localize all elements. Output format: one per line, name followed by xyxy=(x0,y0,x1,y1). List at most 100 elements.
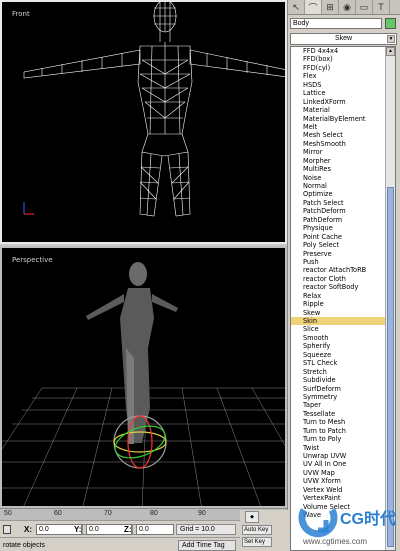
utilities-tab[interactable]: T xyxy=(373,0,390,14)
modifier-list-item[interactable]: Preserve xyxy=(291,250,386,258)
modifier-list-dropdown[interactable]: Skew ▼ xyxy=(290,33,397,45)
timeline-tick-label: 70 xyxy=(104,510,112,517)
display-icon: ▭ xyxy=(359,1,369,12)
modifier-list-item[interactable]: HSDS xyxy=(291,81,386,89)
modifier-list-item[interactable]: Physique xyxy=(291,224,386,232)
perspective-viewport[interactable]: Perspective xyxy=(0,246,287,508)
modifier-list-item[interactable]: reactor Cloth xyxy=(291,275,386,283)
modifier-list-item[interactable]: Stretch xyxy=(291,368,386,376)
y-label: Y: xyxy=(74,525,82,534)
modifier-list-item[interactable]: reactor SoftBody xyxy=(291,283,386,291)
watermark-logo-text: CG时代 xyxy=(340,511,397,528)
modifier-list-item[interactable]: Morpher xyxy=(291,157,386,165)
key-icon[interactable]: ◆ xyxy=(245,511,259,523)
modify-tab[interactable]: ⌒ xyxy=(305,0,322,14)
create-tab[interactable]: ↖ xyxy=(288,0,305,14)
modifier-list-item[interactable]: MultiRes xyxy=(291,165,386,173)
modifier-list-item[interactable]: Ripple xyxy=(291,300,386,308)
status-prompt: rotate objects xyxy=(3,542,46,549)
front-viewport[interactable]: Front xyxy=(0,0,287,244)
chevron-down-icon[interactable]: ▼ xyxy=(387,35,395,43)
modifier-items: FFD 4x4x4 FFD(box) FFD(cyl) Flex HSDS Lattice… xyxy=(291,47,386,520)
scroll-up-icon[interactable]: ▲ xyxy=(386,47,395,56)
grid-size-display: Grid = 10.0 xyxy=(176,524,236,535)
animation-controls: ◆ Auto Key Set Key xyxy=(240,510,288,551)
modifier-list-item[interactable]: Skin xyxy=(291,317,386,326)
object-name-field[interactable]: Body xyxy=(290,17,382,29)
modifier-list[interactable]: FFD 4x4x4 FFD(box) FFD(cyl) Flex HSDS Lattice… xyxy=(290,46,396,551)
modifier-list-item[interactable]: Slice xyxy=(291,325,386,333)
modifier-list-item[interactable]: Turn to Patch xyxy=(291,427,386,435)
timeline-tick-label: 50 xyxy=(4,510,12,517)
modifier-list-item[interactable]: reactor AttachToRB xyxy=(291,266,386,274)
x-label: X: xyxy=(24,525,32,534)
modifier-list-item[interactable]: Noise xyxy=(291,174,386,182)
modifier-list-item[interactable]: LinkedXForm xyxy=(291,98,386,106)
modifier-list-item[interactable]: FFD(cyl) xyxy=(291,64,386,72)
hierarchy-icon: ⊞ xyxy=(326,1,334,12)
lock-icon[interactable] xyxy=(3,525,11,534)
modifier-list-item[interactable]: Vertex Weld xyxy=(291,486,386,494)
set-key-button[interactable]: Set Key xyxy=(242,537,272,547)
modifier-list-item[interactable]: SurfDeform xyxy=(291,385,386,393)
modifier-list-item[interactable]: Taper xyxy=(291,401,386,409)
modifier-list-item[interactable]: PathDeform xyxy=(291,216,386,224)
modifier-list-item[interactable]: UV All In One xyxy=(291,460,386,468)
modifier-list-item[interactable]: Subdivide xyxy=(291,376,386,384)
modifier-list-item[interactable]: VertexPaint xyxy=(291,494,386,502)
modifier-list-item[interactable]: Spherify xyxy=(291,342,386,350)
modifier-list-item[interactable]: Mesh Select xyxy=(291,131,386,139)
modifier-list-item[interactable]: Point Cache xyxy=(291,233,386,241)
object-color-swatch[interactable] xyxy=(385,17,396,29)
timeline-tick-label: 60 xyxy=(54,510,62,517)
modifier-list-item[interactable]: Mirror xyxy=(291,148,386,156)
add-time-tag-button[interactable]: Add Time Tag xyxy=(178,540,236,551)
modifier-list-item[interactable]: Unwrap UVW xyxy=(291,452,386,460)
timeline-tick-label: 90 xyxy=(198,510,206,517)
modifier-list-item[interactable]: Tessellate xyxy=(291,410,386,418)
modifier-list-item[interactable]: MaterialByElement xyxy=(291,115,386,123)
modifier-list-item[interactable]: PatchDeform xyxy=(291,207,386,215)
wireframe-body-front xyxy=(23,2,285,217)
modifier-list-item[interactable]: UVW Map xyxy=(291,469,386,477)
command-panel: ↖ ⌒ ⊞ ◉ ▭ T Body Skew ▼ FFD 4x4x4 FFD(box… xyxy=(287,0,400,551)
modifier-list-item[interactable]: Poly Select xyxy=(291,241,386,249)
modifier-list-item[interactable]: Skew xyxy=(291,309,386,317)
panel-tabs: ↖ ⌒ ⊞ ◉ ▭ T xyxy=(288,0,400,15)
modifier-list-item[interactable]: Push xyxy=(291,258,386,266)
modifier-list-item[interactable]: Optimize xyxy=(291,190,386,198)
display-tab[interactable]: ▭ xyxy=(356,0,373,14)
watermark-url: www.cgtimes.com xyxy=(303,537,368,546)
z-coordinate-field[interactable]: 0.0 xyxy=(136,524,174,535)
hierarchy-tab[interactable]: ⊞ xyxy=(322,0,339,14)
modifier-list-item[interactable]: Patch Select xyxy=(291,199,386,207)
modifier-list-item[interactable]: Melt xyxy=(291,123,386,131)
modifier-list-item[interactable]: MeshSmooth xyxy=(291,140,386,148)
timeline-tick-label: 80 xyxy=(150,510,158,517)
modifier-list-item[interactable]: UVW Xform xyxy=(291,477,386,485)
modifier-list-item[interactable]: Material xyxy=(291,106,386,114)
object-name-row: Body xyxy=(290,17,398,29)
modifier-list-item[interactable]: Smooth xyxy=(291,334,386,342)
modifier-list-item[interactable]: Twist xyxy=(291,444,386,452)
modifier-list-item[interactable]: FFD 4x4x4 xyxy=(291,47,386,55)
curve-icon: ⌒ xyxy=(308,2,318,13)
auto-key-button[interactable]: Auto Key xyxy=(242,525,272,535)
modifier-list-item[interactable]: Squeeze xyxy=(291,351,386,359)
modifier-list-item[interactable]: Lattice xyxy=(291,89,386,97)
modifier-list-item[interactable]: FFD(box) xyxy=(291,55,386,63)
modifier-list-item[interactable]: Turn to Mesh xyxy=(291,418,386,426)
scroll-thumb[interactable] xyxy=(387,187,394,547)
pointer-icon: ↖ xyxy=(292,1,300,12)
utilities-icon: T xyxy=(378,2,384,12)
modifier-list-item[interactable]: Relax xyxy=(291,292,386,300)
modifier-list-item[interactable]: Flex xyxy=(291,72,386,80)
motion-tab[interactable]: ◉ xyxy=(339,0,356,14)
modifier-list-item[interactable]: STL Check xyxy=(291,359,386,367)
modifier-list-item[interactable]: Symmetry xyxy=(291,393,386,401)
modifier-list-item[interactable]: Turn to Poly xyxy=(291,435,386,443)
modifier-dropdown-value: Skew xyxy=(334,35,353,42)
motion-icon: ◉ xyxy=(343,1,351,12)
modifier-list-item[interactable]: Normal xyxy=(291,182,386,190)
modifier-list-scrollbar[interactable]: ▲ xyxy=(385,47,395,550)
